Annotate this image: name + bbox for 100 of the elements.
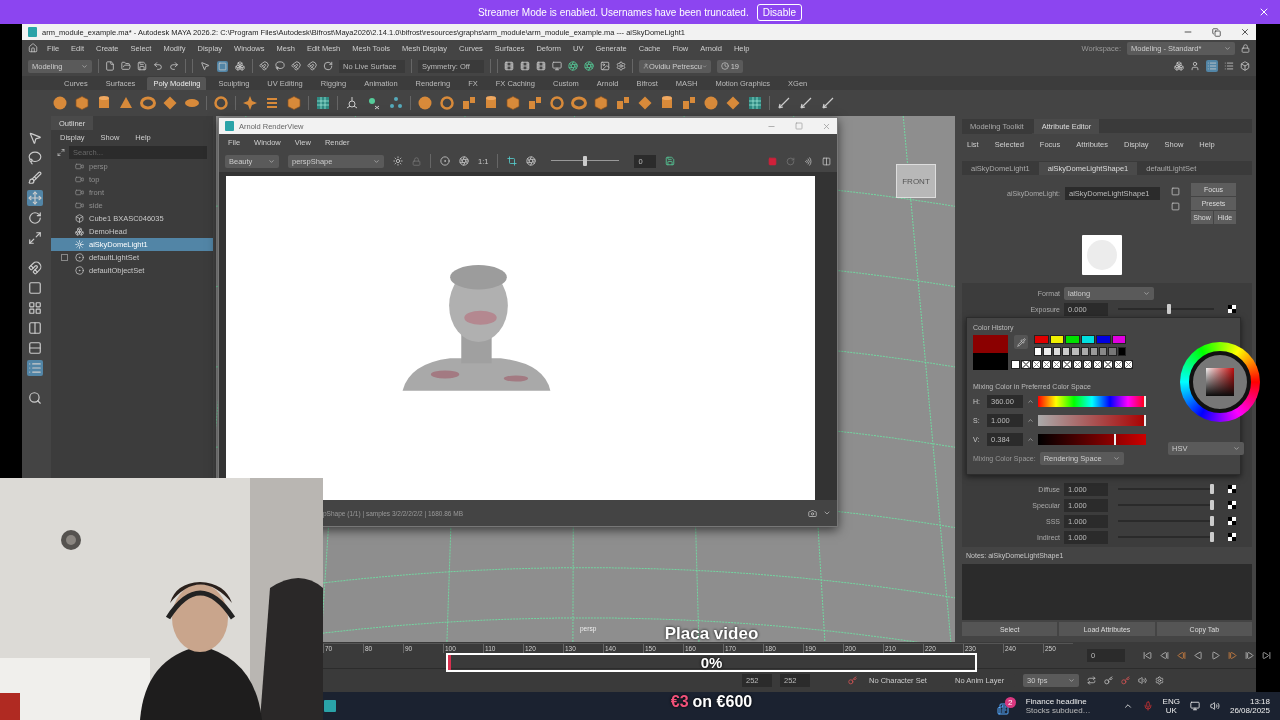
- slider-thumb[interactable]: [1210, 516, 1215, 526]
- palette-swatch[interactable]: [1034, 347, 1043, 356]
- spinner-icon[interactable]: [1027, 417, 1034, 424]
- torus-icon[interactable]: [140, 95, 156, 111]
- pivot-icon[interactable]: [344, 95, 360, 111]
- loop-icon[interactable]: [1087, 676, 1096, 685]
- restore-icon[interactable]: [1212, 27, 1221, 37]
- key-back-icon[interactable]: [1177, 650, 1186, 660]
- slider-thumb[interactable]: [1166, 304, 1171, 314]
- palette-swatch[interactable]: [1071, 347, 1080, 356]
- view-cube[interactable]: FRONT: [896, 164, 936, 198]
- palette-swatch[interactable]: [1065, 335, 1080, 344]
- image-icon[interactable]: [600, 61, 610, 71]
- display-icon[interactable]: [1189, 701, 1200, 711]
- monitor-icon[interactable]: [552, 61, 562, 71]
- ring-icon[interactable]: [549, 95, 565, 111]
- redo-icon[interactable]: [169, 61, 179, 71]
- diamond-icon[interactable]: [162, 95, 178, 111]
- aperture-icon[interactable]: [584, 61, 594, 71]
- rows-icon[interactable]: [27, 340, 43, 356]
- cylinder-icon[interactable]: [659, 95, 675, 111]
- grid-icon[interactable]: [315, 95, 331, 111]
- undo-icon[interactable]: [153, 61, 163, 71]
- lines-icon[interactable]: [264, 95, 280, 111]
- torus-icon[interactable]: [571, 95, 587, 111]
- brush-icon[interactable]: [27, 170, 43, 186]
- settings-icon[interactable]: [616, 61, 626, 71]
- sphere-icon[interactable]: [703, 95, 719, 111]
- play-back-icon[interactable]: [1194, 650, 1203, 660]
- list-icon[interactable]: [27, 360, 43, 376]
- lasso-icon[interactable]: [27, 150, 43, 166]
- dots-icon[interactable]: [388, 95, 404, 111]
- eyedropper-button[interactable]: [1014, 335, 1028, 349]
- boxes-icon[interactable]: [235, 61, 245, 71]
- settings-icon[interactable]: [1155, 676, 1164, 685]
- color-slider[interactable]: [1038, 434, 1146, 445]
- film-icon[interactable]: [504, 61, 514, 71]
- spinner-icon[interactable]: [1027, 398, 1034, 405]
- save-icon[interactable]: [137, 61, 147, 71]
- rotate-icon[interactable]: [27, 210, 43, 226]
- slider-thumb[interactable]: [1210, 532, 1215, 542]
- skip-forward-icon[interactable]: [1262, 650, 1271, 660]
- palette-swatch[interactable]: [1043, 347, 1052, 356]
- diamond-icon[interactable]: [637, 95, 653, 111]
- boxes-icon[interactable]: [615, 95, 631, 111]
- palette-swatch[interactable]: [1099, 347, 1108, 356]
- palette-swatch[interactable]: [1080, 335, 1095, 344]
- slider-thumb[interactable]: [583, 156, 588, 166]
- frame-icon[interactable]: [57, 147, 65, 157]
- save-icon[interactable]: [665, 156, 676, 166]
- color-slider[interactable]: [1038, 415, 1146, 426]
- palette-swatch[interactable]: [1096, 335, 1111, 344]
- pointer-icon[interactable]: [27, 130, 43, 146]
- cylinder-icon[interactable]: [483, 95, 499, 111]
- single-view-icon[interactable]: [27, 280, 43, 296]
- key-icon[interactable]: [1104, 676, 1113, 685]
- list-icon[interactable]: [1224, 61, 1234, 71]
- boxes-icon[interactable]: [461, 95, 477, 111]
- slider-thumb[interactable]: [1113, 434, 1116, 445]
- color-slider[interactable]: [1038, 396, 1146, 407]
- chevron-icon[interactable]: [823, 509, 831, 517]
- key-icon[interactable]: [1121, 676, 1130, 685]
- cube-icon[interactable]: [74, 95, 90, 111]
- camera-icon[interactable]: [808, 508, 817, 518]
- key-icon[interactable]: [848, 676, 857, 685]
- step-back-icon[interactable]: [1160, 650, 1169, 660]
- pointer-icon[interactable]: [200, 61, 210, 71]
- pen-icon[interactable]: [820, 95, 836, 111]
- columns-icon[interactable]: [27, 320, 43, 336]
- disable-button[interactable]: Disable: [756, 3, 803, 21]
- cylinder-icon[interactable]: [96, 95, 112, 111]
- skip-back-icon[interactable]: [1143, 650, 1152, 660]
- node-icon[interactable]: [366, 95, 382, 111]
- rotate-icon[interactable]: [323, 61, 333, 71]
- aperture-icon[interactable]: [568, 61, 578, 71]
- pen-icon[interactable]: [798, 95, 814, 111]
- step-forward-icon[interactable]: [1245, 650, 1254, 660]
- slider-thumb[interactable]: [1210, 500, 1215, 510]
- palette-swatch[interactable]: [1089, 347, 1099, 356]
- play-icon[interactable]: [1211, 650, 1220, 660]
- four-view-icon[interactable]: [27, 300, 43, 316]
- output-connection-icon[interactable]: [1171, 202, 1180, 211]
- aperture-icon[interactable]: [526, 156, 537, 166]
- checker-icon[interactable]: [459, 156, 469, 166]
- move-icon[interactable]: [27, 190, 43, 206]
- ring-icon[interactable]: [439, 95, 455, 111]
- channel-icon[interactable]: [440, 156, 450, 166]
- cube-icon[interactable]: [593, 95, 609, 111]
- palette-swatch[interactable]: [1052, 347, 1061, 356]
- palette-swatch[interactable]: [1034, 335, 1049, 344]
- magnet-icon[interactable]: [27, 260, 43, 276]
- microphone-icon[interactable]: [1142, 701, 1153, 711]
- grid-icon[interactable]: [747, 95, 763, 111]
- star-icon[interactable]: [242, 95, 258, 111]
- slider-thumb[interactable]: [1210, 484, 1215, 494]
- home-icon[interactable]: [28, 43, 38, 53]
- lock-icon[interactable]: [1241, 43, 1250, 53]
- history-swatch[interactable]: [1011, 360, 1021, 369]
- palette-swatch[interactable]: [1061, 347, 1071, 356]
- sphere-icon[interactable]: [52, 95, 68, 111]
